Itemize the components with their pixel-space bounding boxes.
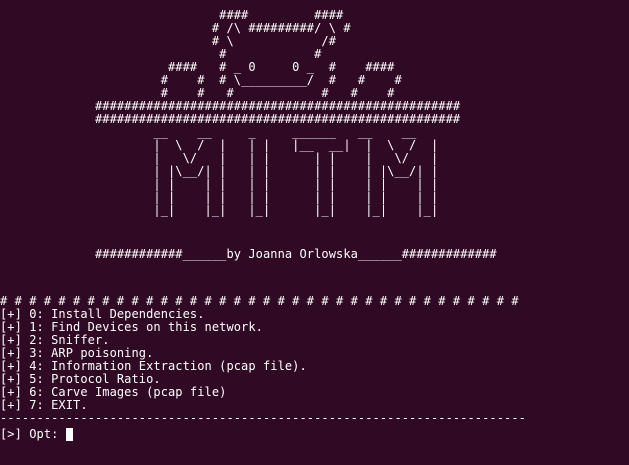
terminal-window[interactable]: #### #### # /\ #########/ \ # # \ /# # #… [0,0,629,465]
banner-credit-line: ############______by Joanna Orlowska____… [0,247,497,261]
text-cursor[interactable] [65,428,73,441]
menu-separator-bottom: ----------------------------------------… [0,411,526,425]
banner-line: |_| |_| |_| |_| |_| |_| [0,203,439,217]
command-prompt-line[interactable]: [>] Opt: [0,428,73,441]
prompt-label: [>] Opt: [0,427,66,441]
